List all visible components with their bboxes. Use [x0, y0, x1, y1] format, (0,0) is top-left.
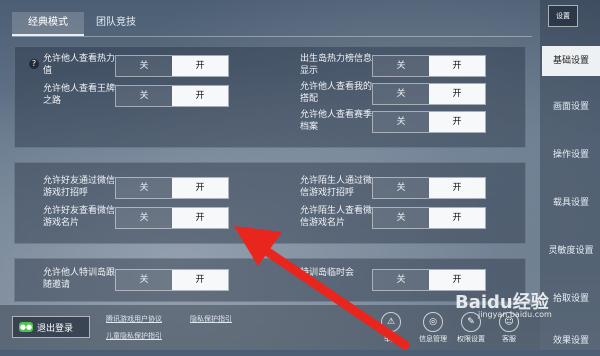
off-option[interactable]: 关 — [373, 208, 429, 228]
report-label: 举报 — [384, 335, 398, 343]
off-option[interactable]: 关 — [116, 56, 172, 76]
toggle-switch[interactable]: 关 开 — [372, 55, 486, 77]
user-agreement-link[interactable]: 腾讯游戏用户协议 — [106, 314, 162, 324]
privacy-panel-2: 允许好友通过微信游戏打招呼 关 开 允许好友查看微信游戏名片 关 开 允许陌生人… — [14, 162, 526, 244]
sidebar-item-basic[interactable]: 基础设置 — [542, 46, 600, 76]
setting-label: 出生岛热力榜信息显示 — [300, 54, 373, 76]
back-button[interactable]: 设置 — [548, 5, 578, 27]
setting-row: 允许他人查看王牌之路 关 开 — [15, 83, 255, 107]
setting-label: 允许他人查看王牌之路 — [43, 84, 116, 106]
setting-label: 允许他人特训岛跟随邀请 — [43, 268, 116, 290]
info-manage-button[interactable]: ◎ 信息管理 — [418, 312, 448, 344]
sidebar-item-sensitivity[interactable]: 灵敏度设置 — [542, 236, 600, 266]
off-option[interactable]: 关 — [116, 270, 172, 290]
logout-label: 退出登录 — [37, 323, 74, 334]
info-icon: ◎ — [423, 312, 443, 332]
on-option[interactable]: 开 — [429, 270, 485, 290]
report-button[interactable]: ⚠ 举报 — [376, 312, 406, 344]
sidebar-item-controls[interactable]: 操作设置 — [542, 140, 600, 170]
off-option[interactable]: 关 — [373, 178, 429, 198]
toggle-switch[interactable]: 关 开 — [372, 177, 486, 199]
setting-row: 允许好友通过微信游戏打招呼 关 开 — [15, 175, 255, 199]
on-option[interactable]: 开 — [429, 56, 485, 76]
on-option[interactable]: 开 — [172, 56, 228, 76]
toggle-switch[interactable]: 关 开 — [115, 269, 229, 291]
setting-row: 允许他人查看赛季档案 关 开 — [300, 109, 540, 133]
toggle-switch[interactable]: 关 开 — [372, 207, 486, 229]
setting-label: 允许他人查看我的搭配 — [300, 82, 373, 104]
off-option[interactable]: 关 — [373, 112, 429, 132]
off-option[interactable]: 关 — [116, 178, 172, 198]
permission-label: 权限设置 — [457, 335, 485, 343]
top-tab-bar: 经典模式 团队竞技 — [0, 0, 540, 40]
on-option[interactable]: 开 — [172, 208, 228, 228]
off-option[interactable]: 关 — [373, 56, 429, 76]
setting-row: 出生岛热力榜信息显示 关 开 — [300, 53, 540, 77]
setting-row: ? 允许他人查看热力值 关 开 — [15, 53, 255, 77]
off-option[interactable]: 关 — [373, 270, 429, 290]
toggle-switch[interactable]: 关 开 — [115, 55, 229, 77]
toggle-switch[interactable]: 关 开 — [372, 111, 486, 133]
sidebar-item-effects[interactable]: 效果设置 — [542, 326, 600, 356]
setting-label: 允许好友查看微信游戏名片 — [43, 206, 116, 228]
on-option[interactable]: 开 — [429, 178, 485, 198]
on-option[interactable]: 开 — [172, 270, 228, 290]
setting-label: 允许他人查看赛季档案 — [300, 110, 373, 132]
off-option[interactable]: 关 — [116, 208, 172, 228]
setting-row: 允许陌生人通过微信游戏打招呼 关 开 — [300, 175, 540, 199]
off-option[interactable]: 关 — [116, 86, 172, 106]
setting-row: 允许他人特训岛跟随邀请 关 开 — [15, 267, 255, 291]
on-option[interactable]: 开 — [172, 178, 228, 198]
setting-label: 允许他人查看热力值 — [43, 54, 116, 76]
setting-row: 允许陌生人查看微信游戏名片 关 开 — [300, 205, 540, 229]
on-option[interactable]: 开 — [429, 208, 485, 228]
toggle-switch[interactable]: 关 开 — [115, 207, 229, 229]
info-label: 信息管理 — [419, 335, 447, 343]
toggle-switch[interactable]: 关 开 — [115, 177, 229, 199]
privacy-panel-1: ? 允许他人查看热力值 关 开 允许他人查看王牌之路 关 开 出生岛热力榜信息显… — [14, 46, 526, 148]
on-option[interactable]: 开 — [429, 112, 485, 132]
logout-button[interactable]: ●● 退出登录 — [12, 316, 90, 338]
privacy-panel-3: 允许他人特训岛跟随邀请 关 开 特训岛临时会 关 开 — [14, 258, 526, 302]
off-option[interactable]: 关 — [373, 84, 429, 104]
setting-label: 允许好友通过微信游戏打招呼 — [43, 176, 116, 198]
baidu-watermark-url: jingyan.baidu.com — [478, 310, 552, 319]
toggle-switch[interactable]: 关 开 — [115, 85, 229, 107]
setting-label: 允许陌生人查看微信游戏名片 — [300, 206, 373, 228]
tab-team-arena[interactable]: 团队竞技 — [88, 12, 144, 34]
sidebar-item-vehicle[interactable]: 载具设置 — [542, 188, 600, 218]
help-icon[interactable]: ? — [29, 59, 39, 69]
toggle-switch[interactable]: 关 开 — [372, 83, 486, 105]
sidebar-item-graphics[interactable]: 画面设置 — [542, 92, 600, 122]
setting-row: 允许他人查看我的搭配 关 开 — [300, 81, 540, 105]
on-option[interactable]: 开 — [429, 84, 485, 104]
divider — [12, 36, 532, 37]
setting-row: 允许好友查看微信游戏名片 关 开 — [15, 205, 255, 229]
on-option[interactable]: 开 — [172, 86, 228, 106]
support-label: 客服 — [502, 335, 516, 343]
report-icon: ⚠ — [381, 312, 401, 332]
setting-label: 特训岛临时会 — [300, 268, 355, 278]
privacy-guide-link[interactable]: 隐私保护指引 — [190, 314, 232, 324]
tab-classic-mode[interactable]: 经典模式 — [12, 12, 84, 36]
wechat-icon: ●● — [19, 322, 33, 332]
child-privacy-link[interactable]: 儿童隐私保护指引 — [106, 331, 162, 341]
setting-label: 允许陌生人通过微信游戏打招呼 — [300, 176, 373, 198]
